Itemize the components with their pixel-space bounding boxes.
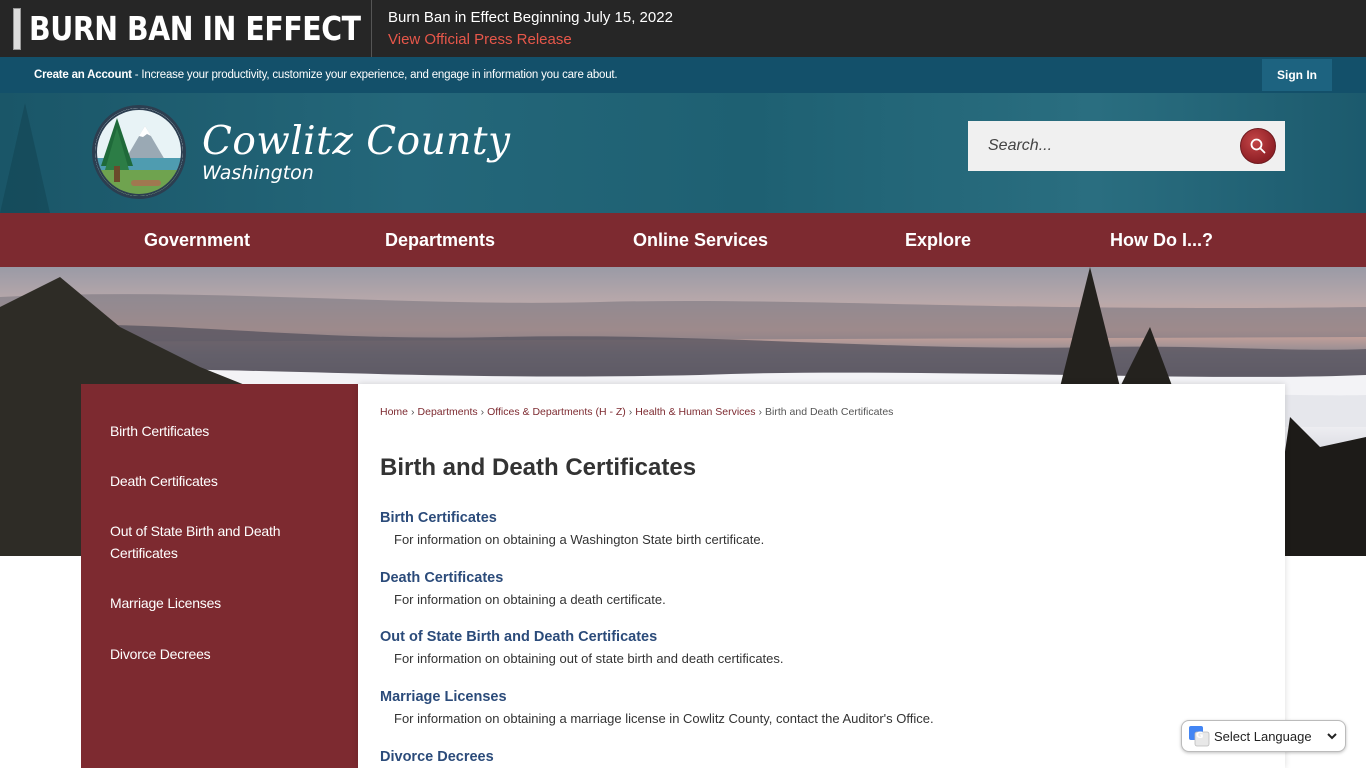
list-item: Death Certificates For information on ob… — [380, 569, 666, 607]
nav-government[interactable]: Government — [144, 213, 250, 267]
sidebar: Birth Certificates Death Certificates Ou… — [81, 384, 358, 768]
breadcrumb-offices[interactable]: Offices & Departments (H - Z) — [487, 406, 626, 418]
nav-how-do-i[interactable]: How Do I...? — [1110, 213, 1213, 267]
main-nav: Government Departments Online Services E… — [0, 213, 1366, 267]
language-label: Select Language — [1214, 728, 1312, 744]
entry-title-link[interactable]: Divorce Decrees — [380, 748, 494, 766]
entry-title-link[interactable]: Out of State Birth and Death Certificate… — [380, 628, 784, 646]
account-bar: Create an Account - Increase your produc… — [0, 57, 1366, 93]
entry-description: For information on obtaining a marriage … — [394, 711, 934, 726]
search-box — [968, 121, 1285, 171]
chevron-down-icon — [1326, 733, 1337, 740]
alert-title: BURN BAN IN EFFECT — [29, 9, 361, 48]
sidebar-item-birth-certificates[interactable]: Birth Certificates — [81, 420, 358, 442]
sidebar-item-divorce-decrees[interactable]: Divorce Decrees — [81, 643, 358, 665]
alert-title-area: BURN BAN IN EFFECT — [0, 0, 372, 57]
list-item: Marriage Licenses For information on obt… — [380, 688, 934, 726]
alert-message: Burn Ban in Effect Beginning July 15, 20… — [388, 8, 673, 26]
press-release-link[interactable]: View Official Press Release — [388, 29, 673, 51]
alert-details: Burn Ban in Effect Beginning July 15, 20… — [388, 7, 673, 51]
breadcrumb: Home › Departments › Offices & Departments (… — [380, 406, 893, 418]
breadcrumb-separator: › — [480, 406, 485, 418]
nav-online-services[interactable]: Online Services — [633, 213, 768, 267]
breadcrumb-separator: › — [411, 406, 415, 418]
nav-departments[interactable]: Departments — [385, 213, 495, 267]
create-account-link[interactable]: Create an Account — [34, 69, 132, 81]
language-selector[interactable]: G Select Language — [1181, 720, 1346, 752]
tree-silhouette-icon — [0, 103, 50, 213]
google-translate-icon: G — [1189, 726, 1210, 747]
breadcrumb-current: Birth and Death Certificates — [765, 406, 894, 418]
breadcrumb-separator: › — [628, 406, 633, 418]
logo-text: Cowlitz County Washington — [202, 119, 511, 184]
alert-bar: BURN BAN IN EFFECT Burn Ban in Effect Be… — [0, 0, 1366, 57]
breadcrumb-home[interactable]: Home — [380, 406, 408, 418]
main-content: Home › Departments › Offices & Departments (… — [358, 384, 1285, 768]
breadcrumb-health[interactable]: Health & Human Services — [635, 406, 755, 418]
entry-title-link[interactable]: Death Certificates — [380, 569, 666, 587]
list-item: Out of State Birth and Death Certificate… — [380, 628, 784, 666]
svg-text:G: G — [1196, 731, 1203, 741]
search-input[interactable] — [988, 137, 1228, 155]
nav-explore[interactable]: Explore — [905, 213, 971, 267]
county-name: Cowlitz County — [202, 119, 511, 164]
breadcrumb-departments[interactable]: Departments — [418, 406, 478, 418]
county-logo[interactable]: Cowlitz County Washington — [92, 105, 511, 199]
page-title: Birth and Death Certificates — [380, 454, 697, 481]
site-header: Cowlitz County Washington — [0, 93, 1366, 213]
entry-description: For information on obtaining a death cer… — [394, 592, 666, 607]
sidebar-item-death-certificates[interactable]: Death Certificates — [81, 470, 358, 492]
list-item: Birth Certificates For information on ob… — [380, 509, 764, 547]
breadcrumb-separator: › — [758, 406, 763, 418]
entry-title-link[interactable]: Marriage Licenses — [380, 688, 934, 706]
search-button[interactable] — [1240, 128, 1276, 164]
sign-in-button[interactable]: Sign In — [1262, 59, 1332, 91]
county-seal-icon — [92, 105, 186, 199]
state-name: Washington — [202, 162, 314, 184]
sidebar-item-marriage-licenses[interactable]: Marriage Licenses — [81, 592, 358, 614]
account-message: Create an Account - Increase your produc… — [34, 69, 618, 81]
list-item: Divorce Decrees — [380, 748, 494, 766]
sidebar-item-out-of-state[interactable]: Out of State Birth and Death Certificate… — [81, 520, 311, 564]
search-icon — [1250, 138, 1266, 154]
entry-description: For information on obtaining a Washingto… — [394, 532, 765, 547]
account-tagline: - Increase your productivity, customize … — [131, 69, 618, 81]
entry-description: For information on obtaining out of stat… — [394, 651, 784, 666]
entry-title-link[interactable]: Birth Certificates — [380, 509, 764, 527]
